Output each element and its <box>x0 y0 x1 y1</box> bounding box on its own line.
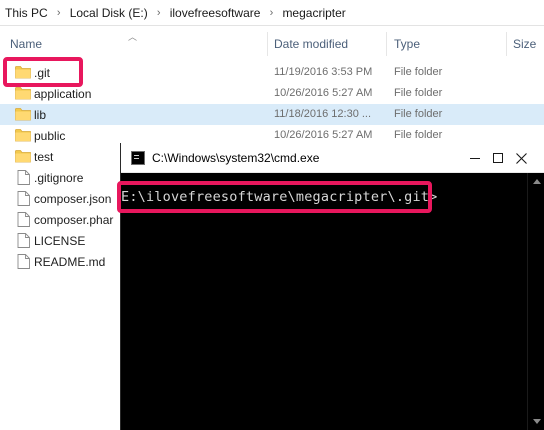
cmd-window-title: C:\Windows\system32\cmd.exe <box>152 151 320 165</box>
file-date: 11/18/2016 12:30 ... <box>274 108 372 120</box>
scroll-up-icon[interactable] <box>533 179 541 184</box>
breadcrumb-local-disk[interactable]: Local Disk (E:) <box>67 6 151 20</box>
column-divider[interactable] <box>267 32 268 56</box>
file-name: composer.json <box>34 192 112 206</box>
cmd-window[interactable]: C:\Windows\system32\cmd.exe E:\ilovefree… <box>117 143 544 430</box>
file-name: application <box>34 87 92 101</box>
file-row[interactable]: application 10/26/2016 5:27 AM File folder <box>0 83 544 104</box>
file-name: LICENSE <box>34 234 86 248</box>
file-icon <box>17 233 33 248</box>
prompt-highlight <box>117 181 432 213</box>
breadcrumb-this-pc[interactable]: This PC <box>2 6 51 20</box>
file-icon <box>17 212 33 227</box>
scroll-down-icon[interactable] <box>533 419 541 424</box>
folder-icon <box>15 86 31 101</box>
file-icon <box>17 191 33 206</box>
column-size-header[interactable]: Size <box>513 37 536 51</box>
cmd-console-area[interactable]: E:\ilovefreesoftware\megacripter\.git> <box>117 173 527 430</box>
git-folder-highlight <box>3 57 83 87</box>
file-name: lib <box>34 108 47 122</box>
file-name: .gitignore <box>34 171 84 185</box>
column-date-header[interactable]: Date modified <box>274 37 348 51</box>
sort-up-icon: ︿ <box>128 32 138 42</box>
file-name: public <box>34 129 66 143</box>
folder-icon <box>15 107 31 122</box>
file-type: File folder <box>394 129 443 141</box>
file-type: File folder <box>394 108 443 120</box>
cmd-title-bar[interactable]: C:\Windows\system32\cmd.exe <box>121 143 544 173</box>
close-icon <box>515 152 527 164</box>
file-row[interactable]: lib 11/18/2016 12:30 ... File folder <box>0 104 544 125</box>
close-button[interactable] <box>498 143 544 173</box>
breadcrumb: This PC › Local Disk (E:) › ilovefreesof… <box>0 0 544 26</box>
column-header: ︿ Name Date modified Type Size <box>0 30 544 58</box>
folder-icon <box>15 128 31 143</box>
file-icon <box>17 170 33 185</box>
folder-icon <box>15 149 31 164</box>
file-date: 10/26/2016 5:27 AM <box>274 129 373 141</box>
file-date: 11/19/2016 3:53 PM <box>274 66 373 78</box>
file-type: File folder <box>394 66 443 78</box>
file-icon <box>17 254 33 269</box>
cmd-scrollbar[interactable] <box>527 173 544 430</box>
chevron-right-icon[interactable]: › <box>51 7 67 19</box>
chevron-right-icon[interactable]: › <box>263 7 279 19</box>
breadcrumb-ilovefreesoftware[interactable]: ilovefreesoftware <box>167 6 264 20</box>
column-divider[interactable] <box>386 32 387 56</box>
cmd-app-icon[interactable] <box>131 151 145 165</box>
file-name: README.md <box>34 255 106 269</box>
file-date: 10/26/2016 5:27 AM <box>274 87 373 99</box>
chevron-right-icon[interactable]: › <box>151 7 167 19</box>
file-name: test <box>34 150 54 164</box>
breadcrumb-megacripter[interactable]: megacripter <box>279 6 348 20</box>
column-divider[interactable] <box>506 32 507 56</box>
column-name-header[interactable]: Name <box>10 37 42 51</box>
column-type-header[interactable]: Type <box>394 37 420 51</box>
file-type: File folder <box>394 87 443 99</box>
file-name: composer.phar <box>34 213 114 227</box>
